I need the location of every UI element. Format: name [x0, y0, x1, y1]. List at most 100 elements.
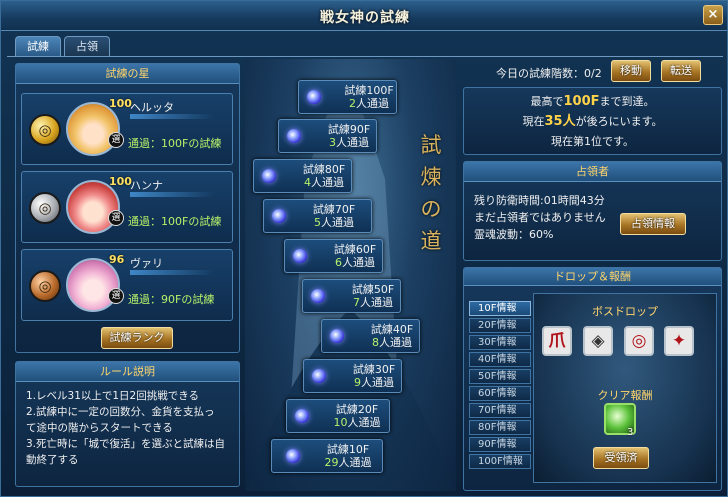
- floor-name: 試練20F: [335, 403, 379, 416]
- hero-name: ハンナ: [130, 179, 163, 192]
- floor-suffix: 人通過: [361, 376, 394, 389]
- record-line-3: 現在第1位です。: [551, 135, 634, 148]
- rule-line: 3.死亡時に「城で復活」を選ぶと試練は自: [26, 438, 226, 450]
- floor-name: 試練40F: [370, 323, 414, 336]
- portal-orb-icon: [287, 129, 301, 143]
- floor-name: 試練60F: [333, 243, 377, 256]
- tab-trial[interactable]: 試練: [15, 36, 61, 56]
- floor-count: 10: [333, 416, 348, 429]
- title-bar: 戦女神の試練 ×: [1, 1, 727, 31]
- floor-count: 6: [335, 256, 342, 269]
- floor-name: 試練80F: [302, 163, 346, 176]
- floor-40f[interactable]: 試練40F 8人通過: [321, 319, 420, 353]
- floor-suffix: 人通過: [347, 416, 381, 429]
- floor-info-tab-70f[interactable]: 70F情報: [469, 403, 531, 418]
- floor-count: 3: [329, 136, 336, 149]
- floor-info-tab-80f[interactable]: 80F情報: [469, 420, 531, 435]
- record-line-1: 最高で100Fまで到達。: [530, 94, 655, 109]
- occupant-panel: 占領者 残り防衛時間:01時間43分 まだ占領者ではありません 霊魂波動：60%…: [463, 161, 722, 261]
- hero-portrait: [66, 102, 120, 156]
- occupant-info-button[interactable]: 占領情報: [620, 213, 686, 235]
- hero-card-3[interactable]: ◎ 96 ヴァリ 選 通過：90Fの試練: [21, 249, 233, 321]
- floor-count: 7: [353, 296, 360, 309]
- transfer-button[interactable]: 転送: [661, 60, 701, 82]
- window-title: 戦女神の試練: [320, 10, 410, 26]
- floor-70f[interactable]: 試練70F 5人通過: [263, 199, 372, 233]
- floor-name: 試練10F: [326, 443, 370, 456]
- hero-card-2[interactable]: ◎ 100 ハンナ 選 通過：100Fの試練: [21, 171, 233, 243]
- floor-50f[interactable]: 試練50F 7人通過: [302, 279, 401, 313]
- trial-ranking-button[interactable]: 試練ランク: [101, 327, 173, 349]
- hero-portrait: [66, 180, 120, 234]
- today-value: 0/2: [584, 67, 602, 80]
- floor-suffix: 人通過: [342, 256, 375, 269]
- tab-occupy[interactable]: 占領: [64, 36, 110, 56]
- floor-name: 試練30F: [352, 363, 396, 376]
- floor-info-tab-100f[interactable]: 100F情報: [469, 454, 531, 469]
- close-button[interactable]: ×: [703, 5, 723, 25]
- portal-orb-icon: [262, 169, 276, 183]
- road-char: 煉: [420, 165, 442, 189]
- hero-level: 96: [109, 253, 125, 266]
- floor-name: 試練70F: [312, 203, 356, 216]
- select-badge[interactable]: 選: [108, 132, 124, 148]
- floor-name: 試練90F: [327, 123, 371, 136]
- floor-info-tab-90f[interactable]: 90F情報: [469, 437, 531, 452]
- floor-20f[interactable]: 試練20F 10人通過: [286, 399, 390, 433]
- floor-60f[interactable]: 試練60F 6人通過: [284, 239, 383, 273]
- road-char: の: [420, 197, 442, 221]
- hero-level: 100: [109, 97, 132, 110]
- defense-time: 残り防衛時間:01時間43分: [474, 194, 605, 207]
- hero-name-bar: [130, 270, 214, 275]
- floor-info-tab-50f[interactable]: 50F情報: [469, 369, 531, 384]
- floor-info-tab-10f[interactable]: 10F情報: [469, 301, 531, 316]
- portal-orb-icon: [295, 409, 309, 423]
- floor-suffix: 人通過: [321, 216, 354, 229]
- floor-count: 8: [372, 336, 379, 349]
- hero-name: ヘルッタ: [130, 101, 174, 114]
- hero-card-1[interactable]: ◎ 100 ヘルッタ 選 通過：100Fの試練: [21, 93, 233, 165]
- floor-suffix: 人通過: [336, 136, 369, 149]
- rule-line: て途中の階からスタートできる: [26, 422, 173, 434]
- gold-medal-icon: ◎: [29, 114, 61, 146]
- floor-count: 29: [324, 456, 339, 469]
- floor-info-tab-30f[interactable]: 30F情報: [469, 335, 531, 350]
- drop-item-icon[interactable]: ◈: [583, 326, 613, 356]
- hero-name-bar: [130, 114, 214, 119]
- drop-item-icon[interactable]: ◎: [624, 326, 654, 356]
- drop-item-icon[interactable]: 爪: [542, 326, 572, 356]
- silver-medal-icon: ◎: [29, 192, 61, 224]
- clear-reward-label: クリア報酬: [597, 389, 653, 402]
- floor-count: 9: [354, 376, 361, 389]
- portal-orb-icon: [307, 90, 321, 104]
- floor-30f[interactable]: 試練30F 9人通過: [303, 359, 402, 393]
- floor-10f[interactable]: 試練10F 29人通過: [271, 439, 383, 473]
- floor-info-tab-20f[interactable]: 20F情報: [469, 318, 531, 333]
- today-count: 今日の試練階数：0/2: [496, 65, 602, 81]
- tab-divider: [7, 56, 723, 57]
- rule-line: 動終了する: [26, 454, 79, 466]
- floor-80f[interactable]: 試練80F 4人通過: [253, 159, 352, 193]
- drops-header: ドロップ＆報酬: [464, 268, 721, 286]
- floor-info-tab-60f[interactable]: 60F情報: [469, 386, 531, 401]
- trial-window: 戦女神の試練 × 試練 占領 試練の星 ◎ 100 ヘルッタ 選 通過：100F…: [0, 0, 728, 497]
- portal-orb-icon: [286, 449, 300, 463]
- boss-drop-label: ボスドロップ: [592, 305, 658, 318]
- bronze-medal-icon: ◎: [29, 270, 61, 302]
- rule-line: 2.試練中に一定の回数分、金貨を支払っ: [26, 406, 215, 418]
- select-badge[interactable]: 選: [108, 210, 124, 226]
- floor-suffix: 人通過: [338, 456, 372, 469]
- portal-orb-icon: [311, 289, 325, 303]
- today-label: 今日の試練階数：: [496, 67, 584, 80]
- floor-100f[interactable]: 試練100F 2人通過: [298, 80, 397, 114]
- select-badge[interactable]: 選: [108, 288, 124, 304]
- floor-info-tab-40f[interactable]: 40F情報: [469, 352, 531, 367]
- floor-90f[interactable]: 試練90F 3人通過: [278, 119, 377, 153]
- move-button[interactable]: 移動: [611, 60, 651, 82]
- drop-item-icon[interactable]: ✦: [664, 326, 694, 356]
- floor-suffix: 人通過: [356, 97, 389, 110]
- claimed-button[interactable]: 受領済: [593, 447, 649, 469]
- record-line-2: 現在35人が後ろにいます。: [522, 114, 663, 129]
- floor-suffix: 人通過: [379, 336, 412, 349]
- portal-orb-icon: [293, 249, 307, 263]
